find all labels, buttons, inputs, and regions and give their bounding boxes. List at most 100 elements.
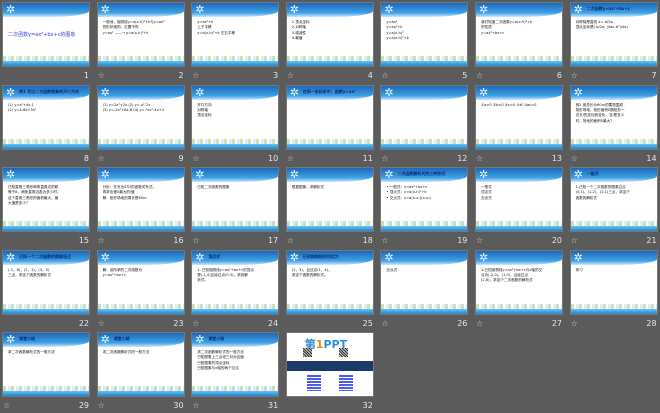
- slide-preview[interactable]: ✲ y=ax²+k 上下平移 y=a(x-h)²+k 左右平移: [192, 3, 279, 66]
- slide-preview[interactable]: ✲ 课堂小结 求二次函数解析式的一般方法: [97, 333, 184, 396]
- animation-star-icon[interactable]: ☆: [98, 401, 105, 410]
- animation-star-icon[interactable]: ☆: [192, 154, 199, 163]
- slide-thumbnail-24[interactable]: ✲ 顶点式 1. 已知抛物线y=ax²+bx+c的顶点 是(-1,4)且经过点(0,3…: [192, 250, 279, 331]
- animation-star-icon[interactable]: ☆: [192, 236, 199, 245]
- slide-thumbnail-28[interactable]: ✲ 练习 ☆ 28: [570, 250, 657, 331]
- slide-preview[interactable]: ✲ 1.已知抛物线y=ax²+bx+c与x轴的交 点为(-2,0)、(1,0)，且经…: [476, 250, 562, 314]
- animation-star-icon[interactable]: ☆: [192, 401, 199, 410]
- slide-preview[interactable]: ✲ 交点式: [381, 250, 468, 314]
- slide-thumbnail-27[interactable]: ✲ 1.已知抛物线y=ax²+bx+c与x轴的交 点为(-2,0)、(1,0)，且经…: [476, 250, 562, 331]
- animation-star-icon[interactable]: ☆: [571, 319, 578, 328]
- slide-preview[interactable]: ✲ 二次函数y=ax²+bx+c 对称轴是直线 x=-b/2a 顶点坐标是(-b/2a…: [570, 3, 657, 66]
- animation-star-icon[interactable]: ☆: [571, 154, 578, 163]
- slide-number: 27: [551, 318, 562, 328]
- animation-star-icon[interactable]: ☆: [476, 71, 483, 80]
- animation-star-icon[interactable]: ☆: [287, 154, 294, 163]
- slide-thumbnail-12[interactable]: ✲ ☆ 12: [381, 85, 468, 166]
- slide-thumbnail-18[interactable]: ✲ 根据图象，求解析式 ☆ 18: [286, 168, 373, 248]
- slide-number: 31: [268, 401, 279, 410]
- slide-thumbnail-23[interactable]: ✲ 解：设所求的二次函数为 y=ax²+bx+c ☆ 23: [97, 250, 184, 331]
- animation-star-icon[interactable]: ☆: [476, 236, 483, 245]
- slide-thumbnail-16[interactable]: ✲ 分析：先写出S与l的函数关系式， 再求出使S最大的l值 解：矩形场地的周长是60m…: [97, 168, 184, 248]
- slide-preview[interactable]: ✲ 一般式 1.已知一个二次函数的图象过点 (0,1)、(1,2)、(2,1)三点，求…: [570, 168, 657, 231]
- animation-star-icon[interactable]: ☆: [192, 319, 199, 328]
- slide-preview[interactable]: ✲ 分析：先写出S与l的函数关系式， 再求出使S最大的l值 解：矩形场地的周长是60m: [97, 168, 184, 231]
- slide-preview[interactable]: 第1PPT: [286, 333, 373, 396]
- slide-thumbnail-11[interactable]: ✲ 在同一坐标系中，函数y=ax² ☆ 11: [286, 85, 373, 166]
- animation-star-icon[interactable]: ☆: [98, 236, 105, 245]
- slide-thumbnail-32[interactable]: 第1PPT 32: [286, 333, 373, 413]
- slide-preview[interactable]: ✲ 课堂小结 求二次函数解析式的一般方法 已知图象上三点或三对对应值 已知图象的顶点坐标…: [192, 333, 279, 396]
- slide-thumbnail-4[interactable]: ✲ 1.顶点坐标 2.对称轴 3.增减性 4.最值 ☆ 4: [286, 3, 373, 83]
- animation-star-icon[interactable]: ☆: [287, 71, 294, 80]
- slide-thumbnail-5[interactable]: ✲ y=ax² y=ax²+k y=a(x-h)² y=a(x-h)²+k ☆ 5: [381, 3, 468, 83]
- star-logo-icon: ✲: [479, 85, 489, 99]
- slide-number: 13: [551, 153, 562, 163]
- slide-preview[interactable]: ✲ 已知二次函数的图象: [192, 168, 279, 231]
- slide-preview[interactable]: ✲ 我们知道二次函数y=a(x-h)²+k 的性质 y=ax²+bx+c: [476, 3, 562, 66]
- slide-number: 22: [78, 318, 89, 328]
- slide-preview[interactable]: ✲ 在同一坐标系中，函数y=ax²: [286, 85, 373, 149]
- slide-preview[interactable]: ✲ 顶点式 1. 已知抛物线y=ax²+bx+c的顶点 是(-1,4)且经过点(0,3…: [192, 250, 279, 314]
- animation-star-icon[interactable]: ☆: [571, 236, 578, 245]
- slide-preview[interactable]: ✲ (1) y=2x²+2x (2) y=-x²-2x (3) y=-2x²+8x-…: [97, 85, 184, 149]
- slide-thumbnail-14[interactable]: ✲ 例2 用总长为60m的篱笆围成 矩形场地，矩形面积S随矩形一 边长l的变化而变化，…: [570, 85, 657, 166]
- animation-star-icon[interactable]: ☆: [192, 71, 199, 80]
- slide-thumbnail-6[interactable]: ✲ 我们知道二次函数y=a(x-h)²+k 的性质 y=ax²+bx+c ☆ 6: [476, 3, 562, 83]
- slide-thumbnail-2[interactable]: ✲ 一般地，抛物线y=a(x-h)²+k与y=ax² 的形状相同，位置不同 y=ax²…: [97, 3, 184, 83]
- slide-thumbnail-22[interactable]: ✲ 已知一个二次函数的图象经过 (-1，8)，(2，1)，(3，5) 三点，求这个函数…: [3, 250, 89, 331]
- slide-thumbnail-29[interactable]: ✲ 课堂小结 求二次函数解析式的一般方法 ☆ 29: [3, 333, 89, 413]
- slide-thumbnail-30[interactable]: ✲ 课堂小结 求二次函数解析式的一般方法 ☆ 30: [97, 333, 184, 413]
- animation-star-icon[interactable]: ☆: [381, 71, 388, 80]
- animation-star-icon[interactable]: ☆: [3, 401, 10, 410]
- slide-thumbnail-1[interactable]: ✲ 二次函数y=ax²+bx+c的图象 1: [3, 3, 89, 83]
- slide-thumbnail-7[interactable]: ✲ 二次函数y=ax²+bx+c 对称轴是直线 x=-b/2a 顶点坐标是(-b/2a…: [570, 3, 657, 83]
- slide-thumbnail-13[interactable]: ✲ ①a>0 ②b>0 ③c>0 ④b²-4ac>0 ☆ 13: [476, 85, 562, 166]
- slide-thumbnail-10[interactable]: ✲ 开口方向 对称轴 顶点坐标 ☆ 10: [192, 85, 279, 166]
- animation-star-icon[interactable]: ☆: [98, 319, 105, 328]
- slide-preview[interactable]: ✲ 解：设所求的二次函数为 y=ax²+bx+c: [97, 250, 184, 314]
- slide-thumbnail-25[interactable]: ✲ 已知抛物线的顶点为 (2，3)，且过点(1，4)， 求这个函数的解析式。 25: [286, 250, 373, 331]
- slide-thumbnail-15[interactable]: ✲ 已知直角三角形两条直角边的和 等于8，两条直角边各为多少时， 这个直角三角形的面积…: [3, 168, 89, 248]
- star-logo-icon: ✲: [289, 85, 300, 99]
- slide-preview[interactable]: ✲ 1.顶点坐标 2.对称轴 3.增减性 4.最值: [286, 3, 373, 66]
- animation-star-icon[interactable]: ☆: [381, 319, 388, 328]
- animation-star-icon[interactable]: ☆: [287, 236, 294, 245]
- slide-thumbnail-21[interactable]: ✲ 一般式 1.已知一个二次函数的图象过点 (0,1)、(1,2)、(2,1)三点，求…: [570, 168, 657, 248]
- slide-body: 1.顶点坐标 2.对称轴 3.增减性 4.最值: [292, 20, 368, 42]
- slide-preview[interactable]: ✲ 一般式 顶点式 交点式: [476, 168, 562, 231]
- slide-header: ✲ 顶点式: [192, 250, 279, 265]
- slide-preview[interactable]: ✲ 一般地，抛物线y=a(x-h)²+k与y=ax² 的形状相同，位置不同 y=ax²…: [97, 3, 184, 66]
- slide-preview[interactable]: ✲: [381, 85, 468, 149]
- slide-thumbnail-3[interactable]: ✲ y=ax²+k 上下平移 y=a(x-h)²+k 左右平移 ☆ 3: [192, 3, 279, 83]
- animation-star-icon[interactable]: ☆: [98, 154, 105, 163]
- slide-thumbnail-19[interactable]: ✲ 二次函数解析式的三种形式 • 一般式：y=ax²+bx+c • 顶点式：y=a(x…: [381, 168, 468, 248]
- animation-star-icon[interactable]: ☆: [381, 154, 388, 163]
- slide-preview[interactable]: ✲ 例1 写出二次函数图象的开口方向 (1) y=x²+4x-1 (2) y=4-6x…: [3, 85, 89, 149]
- slide-preview[interactable]: ✲ 二次函数y=ax²+bx+c的图象: [3, 3, 89, 66]
- slide-thumbnail-17[interactable]: ✲ 已知二次函数的图象 ☆ 17: [192, 168, 279, 248]
- slide-preview[interactable]: ✲ ①a>0 ②b>0 ③c>0 ④b²-4ac>0: [476, 85, 562, 149]
- slide-preview[interactable]: ✲ y=ax² y=ax²+k y=a(x-h)² y=a(x-h)²+k: [381, 3, 468, 66]
- slide-preview[interactable]: ✲ 二次函数解析式的三种形式 • 一般式：y=ax²+bx+c • 顶点式：y=a(x…: [381, 168, 468, 231]
- slide-preview[interactable]: ✲ 开口方向 对称轴 顶点坐标: [192, 85, 279, 149]
- slide-thumbnail-26[interactable]: ✲ 交点式 ☆ 26: [381, 250, 468, 331]
- star-logo-icon: ✲: [479, 3, 489, 16]
- animation-star-icon[interactable]: ☆: [98, 71, 105, 80]
- slide-thumbnail-20[interactable]: ✲ 一般式 顶点式 交点式 ☆ 20: [476, 168, 562, 248]
- animation-star-icon[interactable]: ☆: [476, 154, 483, 163]
- slide-preview[interactable]: ✲ 已知抛物线的顶点为 (2，3)，且过点(1，4)， 求这个函数的解析式。: [286, 250, 373, 314]
- slide-preview[interactable]: ✲ 例2 用总长为60m的篱笆围成 矩形场地，矩形面积S随矩形一 边长l的变化而变化，…: [570, 85, 657, 149]
- slide-preview[interactable]: ✲ 课堂小结 求二次函数解析式的一般方法: [3, 333, 89, 396]
- animation-star-icon[interactable]: ☆: [381, 236, 388, 245]
- slide-preview[interactable]: ✲ 已知直角三角形两条直角边的和 等于8，两条直角边各为多少时， 这个直角三角形的面积…: [3, 168, 89, 231]
- slide-preview[interactable]: ✲ 练习: [570, 250, 657, 314]
- animation-star-icon[interactable]: ☆: [476, 319, 483, 328]
- animation-star-icon[interactable]: ☆: [571, 71, 578, 80]
- slide-thumbnail-9[interactable]: ✲ (1) y=2x²+2x (2) y=-x²-2x (3) y=-2x²+8x-…: [97, 85, 184, 166]
- slide-preview[interactable]: ✲ 根据图象，求解析式: [286, 168, 373, 231]
- slide-thumbnail-8[interactable]: ✲ 例1 写出二次函数图象的开口方向 (1) y=x²+4x-1 (2) y=4-6x…: [3, 85, 89, 166]
- slide-preview[interactable]: ✲ 已知一个二次函数的图象经过 (-1，8)，(2，1)，(3，5) 三点，求这个函数…: [3, 250, 89, 314]
- slide-thumbnail-31[interactable]: ✲ 课堂小结 求二次函数解析式的一般方法 已知图象上三点或三对对应值 已知图象的顶点坐标…: [192, 333, 279, 413]
- slide-body: y=ax²+k 上下平移 y=a(x-h)²+k 左右平移: [197, 20, 273, 36]
